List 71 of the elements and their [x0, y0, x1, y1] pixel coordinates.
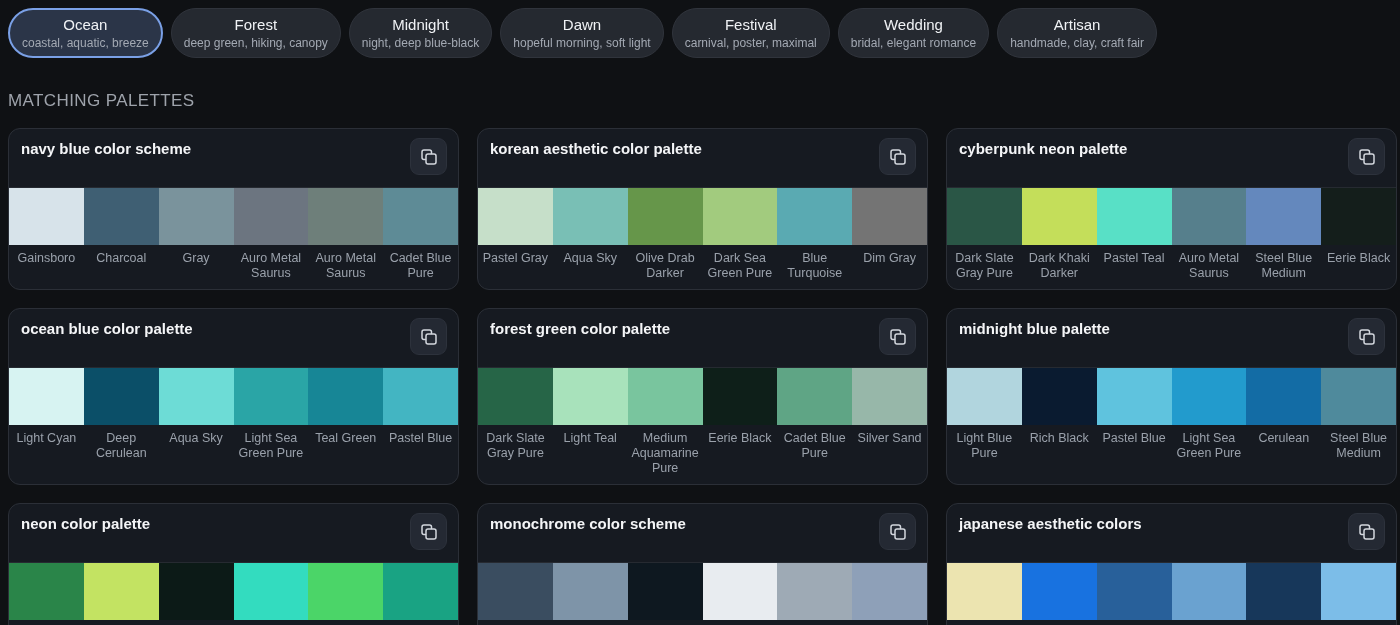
- filter-tab[interactable]: Forest deep green, hiking, canopy: [170, 8, 341, 58]
- filter-tab[interactable]: Festival carnival, poster, maximal: [671, 8, 830, 58]
- color-name: Gainsboro: [16, 250, 77, 267]
- copy-button[interactable]: [410, 138, 447, 175]
- color-name: Cadet Blue Pure: [388, 250, 453, 282]
- color-name: Deep Cerulean: [94, 430, 148, 462]
- color-name: Blue Turquoise: [786, 250, 844, 282]
- filter-tab[interactable]: Wedding bridal, elegant romance: [837, 8, 990, 58]
- palette-title: navy blue color scheme: [21, 139, 192, 159]
- color-name: Gray: [181, 250, 211, 267]
- palette-title: cyberpunk neon palette: [959, 139, 1128, 159]
- copy-icon: [889, 148, 906, 165]
- copy-button[interactable]: [879, 138, 916, 175]
- color-name: Teal Green: [314, 430, 378, 447]
- color-name: Pastel Teal: [1102, 250, 1166, 267]
- color-name: Steel Blue Medium: [1254, 250, 1314, 282]
- color-name: Olive Drab Darker: [634, 250, 696, 282]
- color-name: Light Sea Green Pure: [237, 430, 305, 462]
- color-name: Dark Sea Green Pure: [706, 250, 774, 282]
- copy-button[interactable]: [1348, 318, 1385, 355]
- color-name: Steel Blue Medium: [1329, 430, 1389, 462]
- copy-icon: [1358, 148, 1375, 165]
- color-name: Cerulean: [1257, 430, 1311, 447]
- filter-tab[interactable]: Midnight night, deep blue-black: [348, 8, 493, 58]
- color-name: Pastel Blue: [1101, 430, 1167, 447]
- color-name: Dim Gray: [862, 250, 917, 267]
- color-name: Auro Metal Saurus: [314, 250, 377, 282]
- color-name: Light Sea Green Pure: [1175, 430, 1243, 462]
- filter-tab[interactable]: Dawn hopeful morning, soft light: [500, 8, 664, 58]
- color-name: Silver Sand: [856, 430, 923, 447]
- section-heading: MATCHING PALETTES: [8, 91, 195, 111]
- color-name: Dark Slate Gray Pure: [485, 430, 546, 462]
- copy-icon: [1358, 328, 1375, 345]
- copy-icon: [420, 328, 437, 345]
- palette-title: japanese aesthetic colors: [959, 514, 1142, 534]
- color-name: Charcoal: [95, 250, 148, 267]
- palette-title: ocean blue color palette: [21, 319, 193, 339]
- copy-icon: [889, 523, 906, 540]
- color-name: Rich Black: [1028, 430, 1090, 447]
- color-name: Eerie Black: [707, 430, 773, 447]
- color-name: Light Blue Pure: [955, 430, 1014, 462]
- copy-button[interactable]: [879, 513, 916, 550]
- palette-title: forest green color palette: [490, 319, 671, 339]
- color-name: Eerie Black: [1325, 250, 1392, 267]
- filter-tab[interactable]: Artisan handmade, clay, craft fair: [997, 8, 1157, 58]
- color-name: Aqua Sky: [168, 430, 224, 447]
- color-name: Dark Khaki Darker: [1027, 250, 1091, 282]
- color-name: Dark Slate Gray Pure: [954, 250, 1015, 282]
- color-name: Pastel Blue: [387, 430, 454, 447]
- color-name: Medium Aquamarine Pure: [630, 430, 700, 477]
- copy-button[interactable]: [410, 318, 447, 355]
- palette-title: korean aesthetic color palette: [490, 139, 702, 159]
- copy-button[interactable]: [410, 513, 447, 550]
- palette-title: neon color palette: [21, 514, 151, 534]
- palette-title: midnight blue palette: [959, 319, 1110, 339]
- copy-icon: [1358, 523, 1375, 540]
- copy-icon: [420, 148, 437, 165]
- color-name: Aqua Sky: [562, 250, 618, 267]
- copy-button[interactable]: [1348, 138, 1385, 175]
- color-name: Light Teal: [562, 430, 618, 447]
- copy-icon: [420, 523, 437, 540]
- color-name: Auro Metal Saurus: [239, 250, 303, 282]
- copy-button[interactable]: [1348, 513, 1385, 550]
- color-name: Auro Metal Saurus: [1177, 250, 1241, 282]
- color-name: Light Cyan: [15, 430, 78, 447]
- filter-tab[interactable]: Ocean coastal, aquatic, breeze: [8, 8, 163, 58]
- copy-button[interactable]: [879, 318, 916, 355]
- color-name: Cadet Blue Pure: [782, 430, 847, 462]
- palette-title: monochrome color scheme: [490, 514, 686, 534]
- copy-icon: [889, 328, 906, 345]
- color-name: Pastel Gray: [481, 250, 550, 267]
